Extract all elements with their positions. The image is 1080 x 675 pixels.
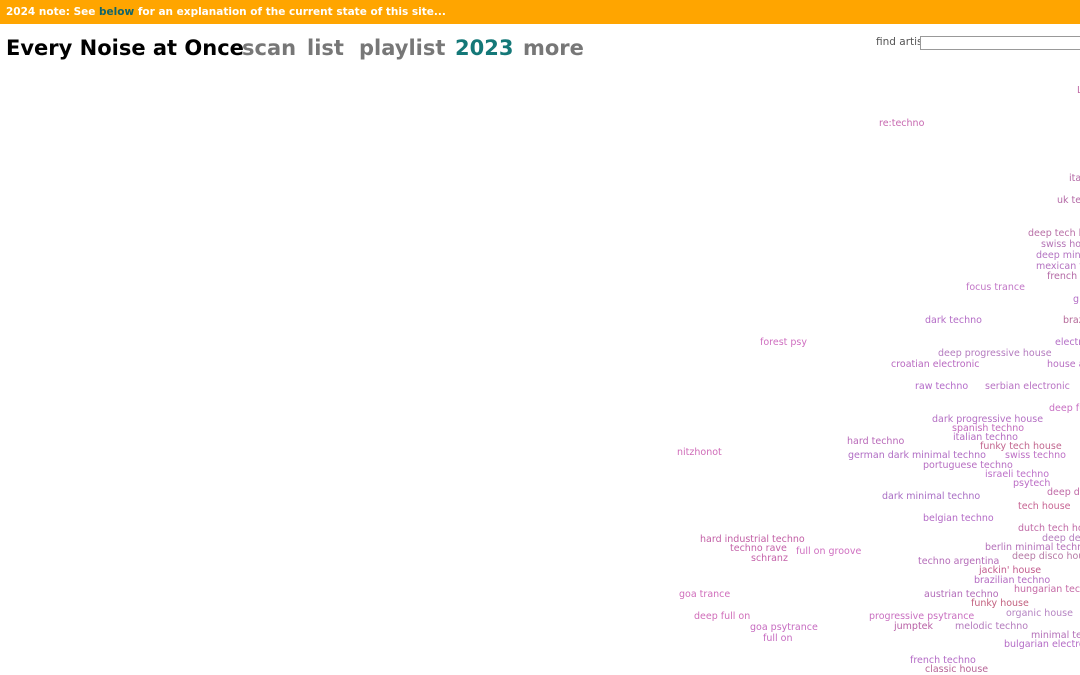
genre-label[interactable]: electro house [1055, 337, 1080, 348]
genre-label[interactable]: psytech [1013, 478, 1050, 489]
genre-label[interactable]: deep full on [694, 611, 750, 622]
genre-label[interactable]: tech house [1018, 501, 1070, 512]
genre-label[interactable]: deep minimal techno [1036, 250, 1080, 261]
genre-label[interactable]: melodic techno [955, 621, 1028, 632]
genre-label[interactable]: deep deep tech house [1047, 487, 1080, 498]
genre-label[interactable]: hard techno [847, 436, 904, 447]
genre-label[interactable]: re:techno [879, 118, 924, 129]
genre-label[interactable]: goa trance [679, 589, 730, 600]
genre-label[interactable]: schranz [751, 553, 788, 564]
genre-label[interactable]: deep disco house [1012, 551, 1080, 562]
genre-label[interactable]: italian tech house [1069, 173, 1080, 184]
genre-label[interactable]: french tech house [1047, 271, 1080, 282]
genre-label[interactable]: belgian techno [923, 513, 994, 524]
genre-label[interactable]: nitzhonot [677, 447, 722, 458]
genre-label[interactable]: dark techno [925, 315, 982, 326]
genre-label[interactable]: raw techno [915, 381, 968, 392]
genre-label[interactable]: focus trance [966, 282, 1025, 293]
genre-label[interactable]: g [1073, 294, 1079, 305]
genre-label[interactable]: deep tech house [1028, 228, 1080, 239]
genre-label[interactable]: organic house [1006, 608, 1073, 619]
genre-label[interactable]: house argentina [1047, 359, 1080, 370]
genre-label[interactable]: full on groove [796, 546, 861, 557]
genre-label[interactable]: deep full on [1049, 403, 1080, 414]
genre-label[interactable]: bulgarian electronic [1004, 639, 1080, 650]
genre-label[interactable]: full on [763, 633, 793, 644]
genre-label[interactable]: brazilian tech house [1063, 315, 1080, 326]
genre-label[interactable]: swiss techno [1005, 450, 1066, 461]
genre-label[interactable]: jumptek [894, 621, 933, 632]
genre-label[interactable]: uk tech house [1057, 195, 1080, 206]
genre-label[interactable]: classic house [925, 664, 988, 675]
genre-label[interactable]: dark minimal techno [882, 491, 980, 502]
genre-map: re:techno focus trance dark techno forest p… [0, 0, 1080, 675]
genre-label[interactable]: forest psy [760, 337, 807, 348]
genre-label[interactable]: deep deep house [1042, 533, 1080, 544]
genre-label[interactable]: deep progressive house [938, 348, 1052, 359]
genre-label[interactable]: hungarian techno [1014, 584, 1080, 595]
genre-label[interactable]: serbian electronic [985, 381, 1070, 392]
genre-label[interactable]: swiss house [1041, 239, 1080, 250]
genre-label[interactable]: croatian electronic [891, 359, 979, 370]
genre-label[interactable]: goa psytrance [750, 622, 818, 633]
